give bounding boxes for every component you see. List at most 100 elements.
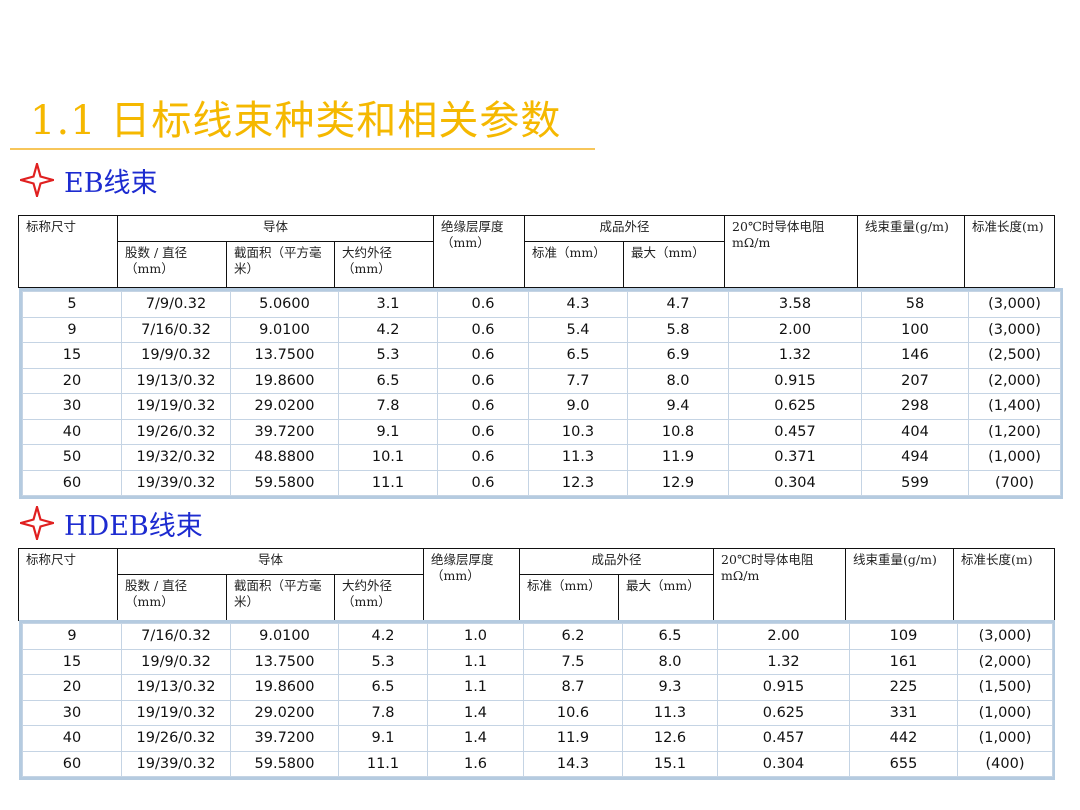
table-cell: 58 (861, 291, 969, 318)
table-cell: 11.3 (528, 444, 628, 471)
table-cell: 9.0100 (230, 623, 339, 650)
table-cell: 10.3 (528, 418, 628, 445)
table-cell: 1.0 (427, 623, 524, 650)
table-cell: 10.8 (627, 418, 729, 445)
table-cell: 8.0 (622, 648, 718, 675)
table-cell: 0.6 (437, 444, 529, 471)
table-cell: 9.0100 (230, 316, 339, 343)
hdeb-data-box: 9 7/16/0.32 9.0100 4.2 1.0 6.2 6.5 2.00 109 (3,00… (19, 620, 1055, 780)
header-conductor: 导体 (116, 548, 425, 575)
table-cell: (1,200) (968, 418, 1061, 445)
table-cell: 2.00 (717, 623, 850, 650)
table-cell: 0.6 (437, 342, 529, 369)
table-cell: 6.5 (622, 623, 718, 650)
table-cell: 0.6 (437, 367, 529, 394)
table-cell: 655 (849, 750, 958, 777)
table-cell: 12.6 (622, 725, 718, 752)
header-insulation: 绝缘层厚度（mm） (423, 548, 521, 621)
table-cell: (3,000) (968, 316, 1061, 343)
table-cell: (700) (968, 469, 1061, 496)
table-cell: 7/9/0.32 (121, 291, 231, 318)
table-cell: 30 (22, 699, 122, 726)
eb-header-table: 标称尺寸 导体 绝缘层厚度（mm） 成品外径 20℃时导体电阻 mΩ/m 线束重… (18, 215, 1056, 288)
table-cell: 7/16/0.32 (121, 316, 231, 343)
table-cell: 19/13/0.32 (121, 674, 231, 701)
table-cell: 3.58 (728, 291, 862, 318)
table-cell: 161 (849, 648, 958, 675)
table-cell: 6.5 (528, 342, 628, 369)
table-cell: 1.1 (427, 648, 524, 675)
table-cell: 7.7 (528, 367, 628, 394)
table-cell: 5.3 (338, 342, 438, 369)
table-cell: 20 (22, 674, 122, 701)
star-icon (20, 163, 54, 197)
table-cell: 13.7500 (230, 342, 339, 369)
header-resistance: 20℃时导体电阻 mΩ/m (724, 215, 859, 288)
header-strands: 股数 / 直径（mm） (117, 241, 227, 288)
table-cell: 6.5 (338, 367, 438, 394)
table-cell: 10.6 (523, 699, 623, 726)
table-cell: 4.2 (338, 623, 428, 650)
table-cell: 0.371 (728, 444, 862, 471)
table-cell: (3,000) (968, 291, 1061, 318)
header-conductor: 导体 (116, 215, 435, 242)
table-cell: (1,000) (957, 725, 1053, 752)
table-cell: 12.3 (528, 469, 628, 496)
table-cell: 404 (861, 418, 969, 445)
table-cell: 0.915 (728, 367, 862, 394)
table-cell: 10.1 (338, 444, 438, 471)
table-cell: 12.9 (627, 469, 729, 496)
table-cell: 15 (22, 342, 122, 369)
table-cell: 11.9 (523, 725, 623, 752)
table-cell: 2.00 (728, 316, 862, 343)
table-cell: 4.2 (338, 316, 438, 343)
table-cell: 19/9/0.32 (121, 342, 231, 369)
table-row: 9 7/16/0.32 9.0100 4.2 0.6 5.4 5.8 2.00 100 (3,00… (22, 316, 1061, 343)
table-cell: 0.625 (717, 699, 850, 726)
table-cell: (1,500) (957, 674, 1053, 701)
table-cell: 19.8600 (230, 674, 339, 701)
header-area: 截面积（平方毫米） (226, 241, 335, 288)
table-cell: 494 (861, 444, 969, 471)
table-cell: 6.2 (523, 623, 623, 650)
table-cell: 5.8 (627, 316, 729, 343)
table-cell: 48.8800 (230, 444, 339, 471)
eb-section-heading: EB线束 (20, 163, 158, 199)
table-cell: (1,400) (968, 393, 1061, 420)
table-cell: (1,000) (957, 699, 1053, 726)
table-cell: 19/13/0.32 (121, 367, 231, 394)
table-cell: 19/26/0.32 (121, 725, 231, 752)
table-cell: 207 (861, 367, 969, 394)
header-approx-od: 大约外径（mm） (333, 574, 425, 621)
table-row: 5 7/9/0.32 5.0600 3.1 0.6 4.3 4.7 3.58 58 (3,000) (22, 291, 1061, 318)
hdeb-data-table: 9 7/16/0.32 9.0100 4.2 1.0 6.2 6.5 2.00 109 (3,00… (22, 623, 1053, 777)
table-cell: 20 (22, 367, 122, 394)
header-size: 标称尺寸 (18, 215, 118, 288)
header-length: 标准长度(m) (964, 215, 1056, 288)
table-cell: 14.3 (523, 750, 623, 777)
table-cell: 1.4 (427, 725, 524, 752)
table-cell: 11.9 (627, 444, 729, 471)
table-cell: 9 (22, 623, 122, 650)
table-cell: 9.4 (627, 393, 729, 420)
table-cell: 40 (22, 418, 122, 445)
table-cell: 1.1 (427, 674, 524, 701)
table-cell: 0.304 (717, 750, 850, 777)
table-cell: 3.1 (338, 291, 438, 318)
table-cell: 40 (22, 725, 122, 752)
table-cell: (2,500) (968, 342, 1061, 369)
table-cell: 331 (849, 699, 958, 726)
header-insulation: 绝缘层厚度（mm） (433, 215, 526, 288)
header-std: 标准（mm） (524, 241, 625, 288)
eb-section-label: EB线束 (64, 167, 158, 199)
table-cell: 9 (22, 316, 122, 343)
table-cell: 30 (22, 393, 122, 420)
table-cell: 225 (849, 674, 958, 701)
table-cell: (3,000) (957, 623, 1053, 650)
hdeb-section-heading: HDEB线束 (20, 506, 203, 542)
table-cell: 599 (861, 469, 969, 496)
table-cell: 9.1 (338, 725, 428, 752)
table-cell: 19.8600 (230, 367, 339, 394)
table-cell: 0.915 (717, 674, 850, 701)
table-cell: 50 (22, 444, 122, 471)
